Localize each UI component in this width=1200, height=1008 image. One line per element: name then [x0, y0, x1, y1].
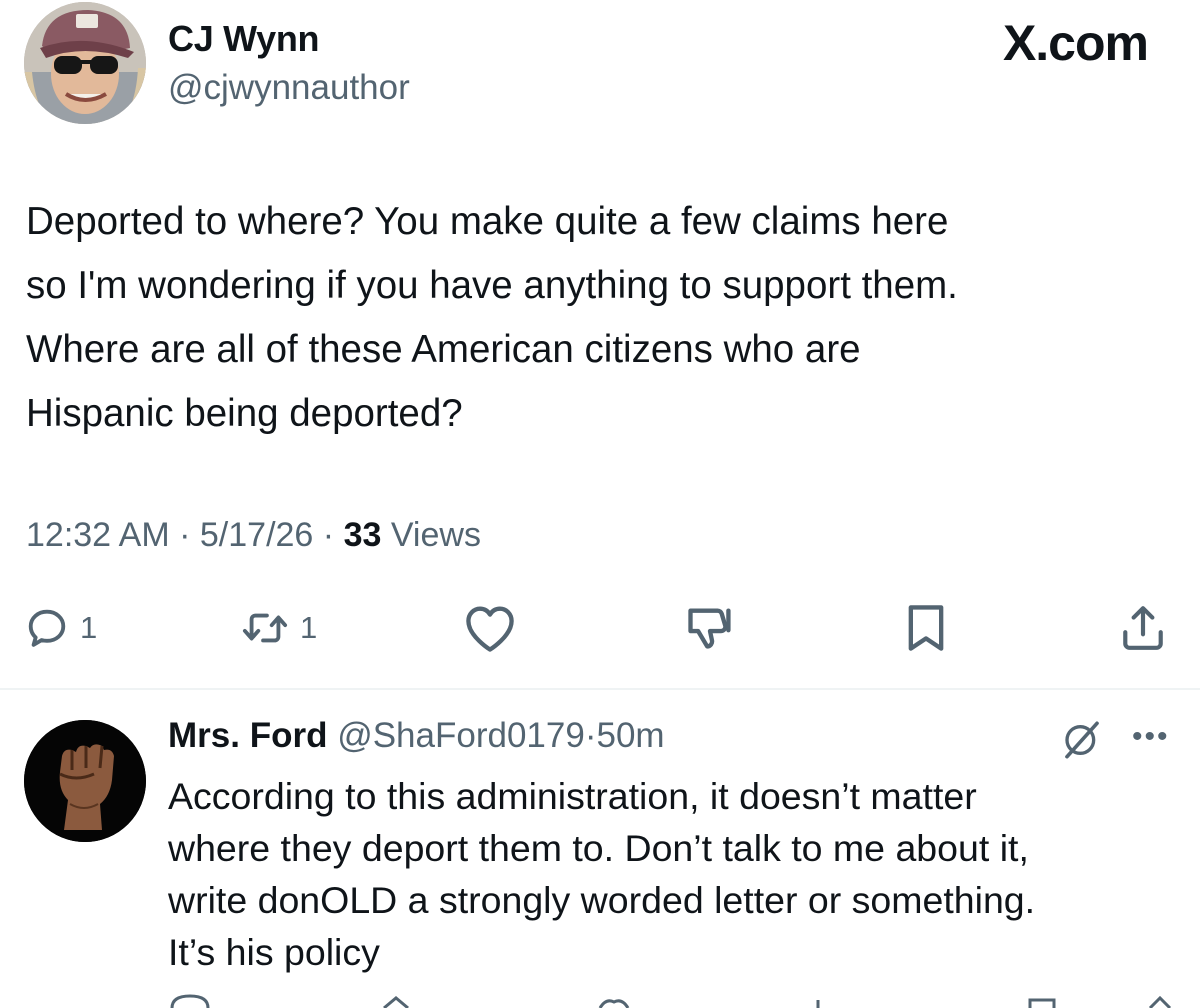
- retweet-count: 1: [300, 610, 318, 645]
- reply-author-name[interactable]: Mrs. Ford: [168, 716, 327, 755]
- raised-fist-icon: [24, 720, 146, 842]
- reply-text: According to this administration, it doe…: [168, 775, 1036, 973]
- heart-icon: [466, 606, 514, 652]
- divider: [0, 688, 1200, 690]
- reply-icon: [170, 994, 210, 1008]
- reply-count: 1: [80, 610, 98, 645]
- tweet-text: Deported to where? You make quite a few …: [26, 200, 958, 435]
- reply-button[interactable]: 1: [24, 600, 97, 656]
- retweet-button[interactable]: 1: [240, 600, 317, 656]
- retweet-icon: [242, 613, 288, 643]
- grok-icon: [1065, 721, 1099, 759]
- share-icon: [1123, 606, 1163, 650]
- reply-time[interactable]: 50m: [596, 716, 664, 755]
- author-avatar[interactable]: [24, 2, 146, 124]
- meta-separator: ·: [322, 516, 335, 554]
- tweet-meta: 12:32 AM · 5/17/26 · 33 Views: [26, 516, 481, 555]
- reply-avatar[interactable]: [24, 720, 146, 842]
- share-button[interactable]: [1118, 600, 1168, 656]
- views-count: 33: [343, 516, 382, 554]
- retweet-icon: [383, 996, 409, 1008]
- reply-icon: [28, 609, 66, 647]
- share-icon: [1148, 995, 1172, 1008]
- heart-icon: [598, 999, 630, 1008]
- tweet-time[interactable]: 12:32 AM: [26, 516, 170, 554]
- like-button[interactable]: [462, 600, 518, 656]
- bookmark-icon: [1028, 998, 1056, 1008]
- author-handle[interactable]: @cjwynnauthor: [168, 68, 410, 108]
- thumbs-down-icon: [688, 608, 731, 649]
- reply-author-handle[interactable]: @ShaFord0179: [337, 716, 585, 755]
- meta-separator: ·: [179, 516, 191, 554]
- dislike-button[interactable]: [684, 600, 736, 656]
- bookmark-button[interactable]: [904, 600, 948, 656]
- bookmark-icon: [908, 605, 944, 651]
- author-name[interactable]: CJ Wynn: [168, 18, 320, 60]
- more-icon[interactable]: •••: [1132, 720, 1170, 754]
- reply-action-bar: [0, 990, 1200, 1008]
- x-logo: X.com: [1002, 15, 1149, 71]
- reply-header: Mrs. Ford @ShaFord0179·50m: [168, 716, 665, 756]
- reply-separator: ·: [584, 716, 597, 755]
- author-avatar-image: [24, 2, 146, 124]
- views-label: Views: [390, 516, 481, 554]
- grok-button[interactable]: [1062, 718, 1102, 767]
- tweet-date[interactable]: 5/17/26: [200, 516, 313, 554]
